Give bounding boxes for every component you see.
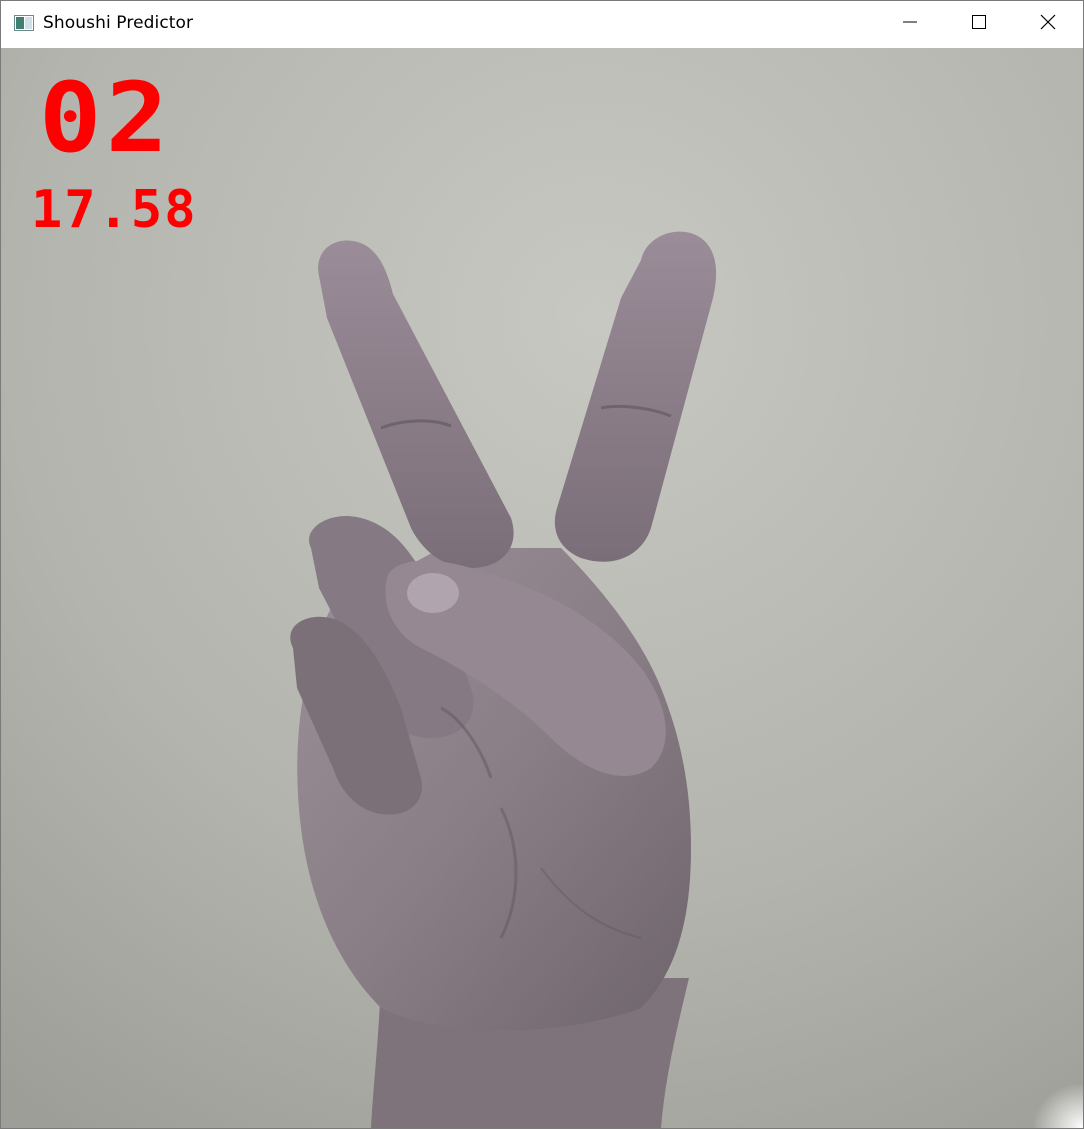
app-window-icon [14, 15, 34, 31]
window-title: Shoushi Predictor [43, 13, 194, 33]
minimize-icon [902, 14, 918, 35]
maximize-button[interactable] [944, 1, 1014, 47]
title-bar[interactable]: Shoushi Predictor [1, 1, 1083, 47]
minimize-button[interactable] [875, 1, 945, 47]
prediction-label: 02 [39, 62, 173, 174]
close-button[interactable] [1013, 1, 1083, 47]
camera-feed: 02 17.58 [1, 48, 1083, 1128]
prediction-score: 17.58 [31, 180, 198, 240]
app-window: Shoushi Predictor 02 17.58 [0, 0, 1084, 1129]
close-icon [1040, 14, 1056, 35]
maximize-icon [971, 14, 987, 35]
